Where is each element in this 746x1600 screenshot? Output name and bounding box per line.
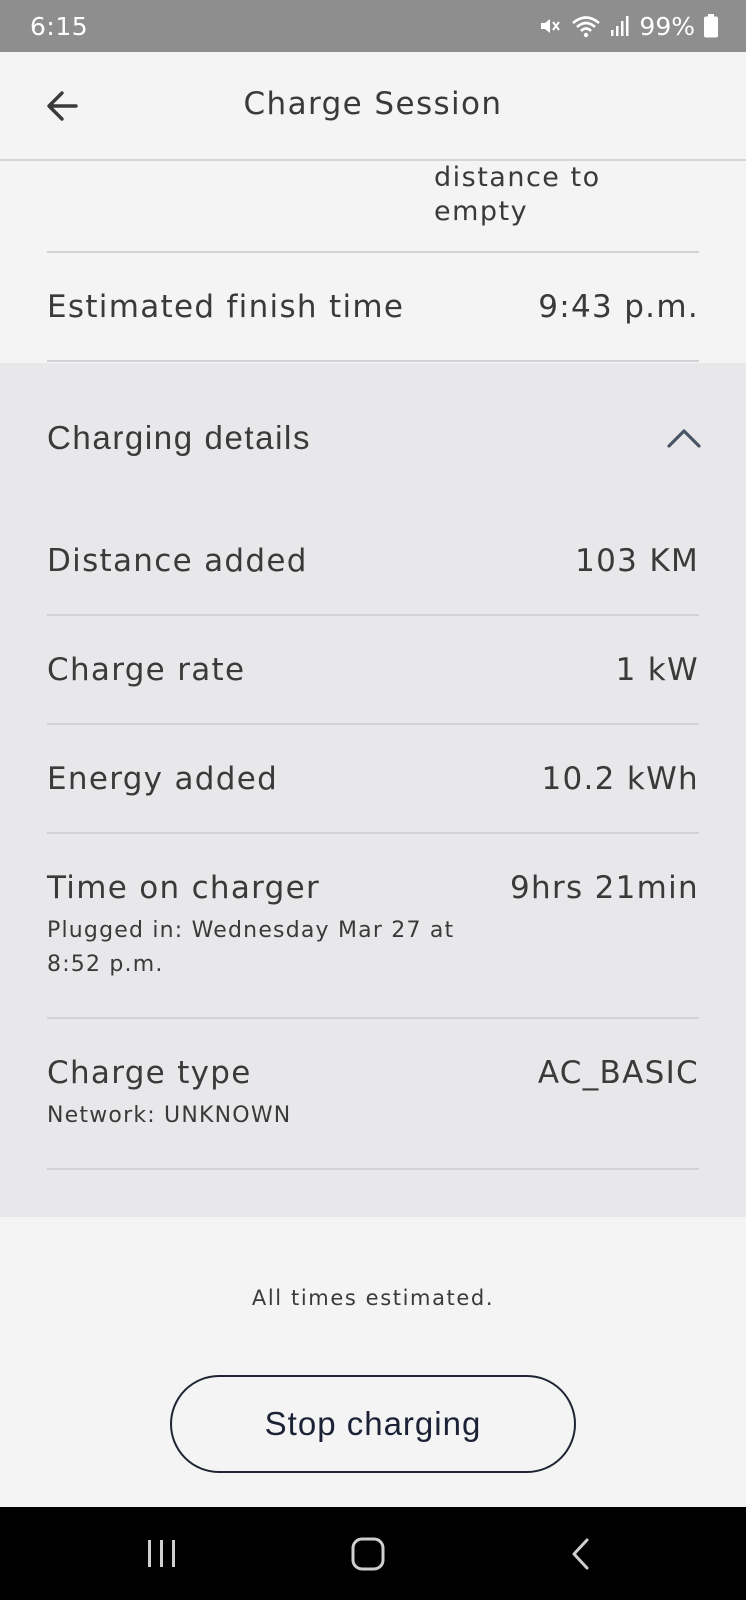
detail-label: Distance added [47,543,308,579]
detail-row-charge-type: Charge type Network: UNKNOWN AC_BASIC [47,1055,699,1133]
battery-text: 99% [639,11,695,41]
divider [47,723,699,725]
back-icon[interactable] [566,1537,596,1575]
partial-distance-to-empty-label: distance to empty [434,161,714,229]
mute-icon [538,14,562,38]
finish-time-value: 9:43 p.m. [538,289,699,325]
detail-value: 103 KM [575,543,699,579]
detail-row-time-on-charger: Time on charger Plugged in: Wednesday Ma… [47,870,699,982]
divider [47,1168,699,1170]
divider [47,251,699,253]
system-nav-bar [0,1507,746,1600]
detail-value: AC_BASIC [537,1055,699,1091]
divider [47,614,699,616]
divider [47,360,699,362]
divider [47,1017,699,1019]
finish-time-row: Estimated finish time 9:43 p.m. [47,289,699,325]
charging-details-title[interactable]: Charging details [47,419,311,457]
battery-icon [704,14,718,38]
detail-value: 1 kW [615,652,699,688]
chevron-up-icon [667,429,701,448]
partial-line-1: distance to [434,162,601,193]
detail-label: Charge type [47,1055,252,1091]
detail-value: 10.2 kWh [541,761,699,797]
finish-time-label: Estimated finish time [47,289,405,325]
plugged-in-subtext: Plugged in: Wednesday Mar 27 at 8:52 p.m… [47,918,455,977]
detail-label-group: Time on charger Plugged in: Wednesday Ma… [47,870,467,982]
network-subtext: Network: UNKNOWN [47,1103,292,1128]
recent-apps-icon[interactable] [142,1537,182,1575]
stop-charging-button[interactable]: Stop charging [170,1375,576,1473]
partial-line-2: empty [434,196,529,227]
detail-label: Time on charger [47,870,321,906]
detail-row-distance-added: Distance added 103 KM [47,543,699,579]
wifi-icon [571,14,601,38]
detail-label: Charge rate [47,652,246,688]
charging-details-panel: Charging details Distance added 103 KM C… [0,363,746,1217]
status-time: 6:15 [30,11,89,41]
detail-row-energy-added: Energy added 10.2 kWh [47,761,699,797]
detail-label-group: Charge type Network: UNKNOWN [47,1055,467,1133]
detail-value: 9hrs 21min [509,870,699,906]
app-header: Charge Session [0,52,746,161]
detail-row-charge-rate: Charge rate 1 kW [47,652,699,688]
charging-details-toggle[interactable] [664,425,704,451]
home-icon[interactable] [350,1537,388,1575]
detail-label: Energy added [47,761,279,797]
signal-icon [610,15,630,37]
page-title: Charge Session [243,86,503,122]
divider [47,832,699,834]
status-bar: 6:15 99% [0,0,746,52]
status-icons: 99% [538,12,718,41]
times-estimated-note: All times estimated. [251,1286,495,1310]
